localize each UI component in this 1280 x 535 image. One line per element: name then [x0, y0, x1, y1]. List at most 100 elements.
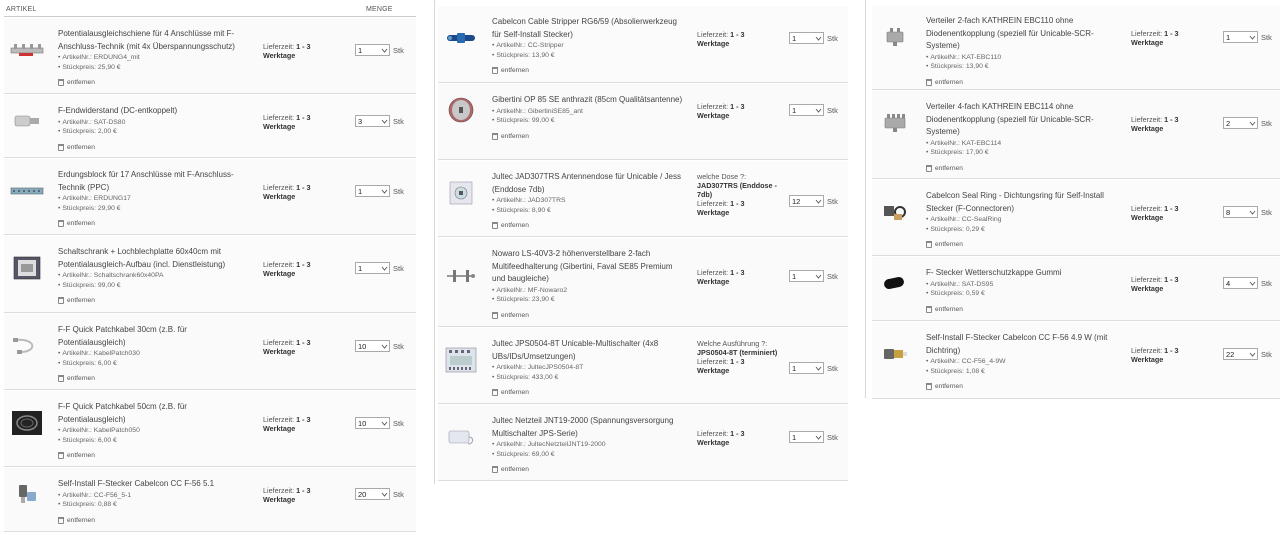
remove-link[interactable]: entfernen — [926, 241, 1120, 248]
remove-link[interactable]: entfernen — [492, 389, 686, 396]
delivery-unit: Werktage — [1131, 355, 1164, 364]
quantity-select[interactable]: 1 — [789, 431, 824, 443]
item-name[interactable]: F-F Quick Patchkabel 30cm (z.B. für Pote… — [58, 324, 252, 349]
item-name[interactable]: Schaltschrank + Lochblechplatte 60x40cm … — [58, 246, 252, 271]
busbar-icon[interactable] — [10, 37, 44, 63]
item-name[interactable]: F-F Quick Patchkabel 50cm (z.B. für Pote… — [58, 401, 252, 426]
remove-link[interactable]: entfernen — [492, 466, 686, 473]
multiswitch-icon[interactable] — [444, 347, 478, 373]
artnr-value: CC-F56_4-9W — [961, 358, 1006, 365]
remove-link[interactable]: entfernen — [58, 79, 252, 86]
item-name[interactable]: F-Endwiderstand (DC-entkoppelt) — [58, 105, 252, 118]
quantity-select[interactable]: 3 — [355, 115, 390, 127]
chevron-down-icon — [380, 489, 389, 499]
quantity-select[interactable]: 1 — [355, 185, 390, 197]
remove-link[interactable]: entfernen — [492, 67, 686, 74]
item-name[interactable]: Verteiler 2-fach KATHREIN EBC110 ohne Di… — [926, 15, 1120, 53]
multifeed-icon[interactable] — [444, 263, 478, 289]
delivery-unit: Werktage — [1131, 284, 1164, 293]
item-name[interactable]: Jultec JAD307TRS Antennendose für Unicab… — [492, 171, 686, 196]
quantity-control: 10 Stk — [355, 340, 404, 352]
unit-label: Stk — [393, 418, 404, 428]
item-name[interactable]: Gibertini OP 85 SE anthrazit (85cm Quali… — [492, 94, 686, 107]
item-name[interactable]: Self-Install F-Stecker Cabelcon CC F-56 … — [926, 332, 1120, 357]
item-info: Self-Install F-Stecker Cabelcon CC F-56 … — [926, 332, 1120, 390]
power-supply-icon[interactable] — [444, 424, 478, 450]
item-name[interactable]: Cabelcon Cable Stripper RG6/59 (Absolier… — [492, 16, 686, 41]
quantity-select[interactable]: 22 — [1223, 348, 1258, 360]
quantity-select[interactable]: 2 — [1223, 117, 1258, 129]
quantity-select[interactable]: 1 — [789, 32, 824, 44]
quantity-select[interactable]: 8 — [1223, 206, 1258, 218]
quantity-select[interactable]: 1 — [789, 362, 824, 374]
remove-link[interactable]: entfernen — [492, 311, 686, 319]
item-name[interactable]: Potentialausgleichschiene für 4 Anschlüs… — [58, 28, 252, 53]
item-name[interactable]: Verteiler 4-fach KATHREIN EBC114 ohne Di… — [926, 101, 1120, 139]
ground-block-icon[interactable] — [10, 178, 44, 204]
cable-coil-icon[interactable] — [10, 410, 44, 436]
artnr-label: ArtikelNr.: — [62, 54, 94, 61]
price-label: Stückpreis: — [62, 501, 98, 508]
item-name[interactable]: Nowaro LS-40V3-2 höhenverstellbare 2-fac… — [492, 248, 686, 286]
seal-ring-icon[interactable] — [878, 199, 912, 225]
quantity-select[interactable]: 1 — [355, 262, 390, 274]
quantity-select[interactable]: 10 — [355, 417, 390, 429]
cabinet-icon[interactable] — [10, 255, 44, 281]
patch-cable-icon[interactable] — [10, 333, 44, 359]
remove-link[interactable]: entfernen — [926, 305, 1120, 313]
splitter-2-icon[interactable] — [878, 24, 912, 50]
trash-icon — [58, 452, 64, 459]
quantity-select[interactable]: 1 — [789, 104, 824, 116]
connector-icon[interactable] — [10, 481, 44, 507]
item-name[interactable]: Jultec JPS0504-8T Unicable-Multischalter… — [492, 338, 686, 363]
artnr-label: ArtikelNr.: — [930, 280, 962, 288]
remove-link[interactable]: entfernen — [926, 164, 1120, 172]
quantity-value: 3 — [358, 116, 363, 126]
remove-link[interactable]: entfernen — [58, 375, 252, 382]
weather-cap-icon[interactable] — [878, 270, 912, 296]
remove-link[interactable]: entfernen — [58, 220, 252, 227]
item-name[interactable]: Erdungsblock für 17 Anschlüsse mit F-Ans… — [58, 169, 252, 194]
connector-gold-icon[interactable] — [878, 341, 912, 367]
quantity-select[interactable]: 20 — [355, 488, 390, 500]
quantity-value: 10 — [358, 418, 367, 428]
remove-link[interactable]: entfernen — [58, 452, 252, 459]
quantity-control: 1 Stk — [789, 32, 838, 44]
quantity-select[interactable]: 1 — [1223, 31, 1258, 43]
remove-link[interactable]: entfernen — [926, 383, 1120, 390]
artnr-label: ArtikelNr.: — [496, 197, 528, 204]
cart-item: Nowaro LS-40V3-2 höhenverstellbare 2-fac… — [438, 238, 848, 327]
delivery-label: Lieferzeit: — [1131, 115, 1163, 124]
quantity-value: 20 — [358, 489, 367, 499]
quantity-select[interactable]: 12 — [789, 195, 824, 207]
item-name[interactable]: Jultec Netzteil JNT19-2000 (Spannungsver… — [492, 415, 686, 440]
stripper-icon[interactable] — [444, 25, 478, 51]
chevron-down-icon — [1248, 278, 1257, 288]
quantity-select[interactable]: 1 — [355, 44, 390, 56]
quantity-select[interactable]: 4 — [1223, 277, 1258, 289]
remove-link[interactable]: entfernen — [492, 132, 686, 140]
item-name[interactable]: Cabelcon Seal Ring - Dichtungsring für S… — [926, 190, 1120, 215]
quantity-select[interactable]: 1 — [789, 270, 824, 282]
artnr-label: ArtikelNr.: — [930, 216, 962, 223]
delivery-label: Lieferzeit: — [263, 486, 295, 495]
wall-socket-icon[interactable] — [444, 180, 478, 206]
artnr-value: KAT-EBC114 — [961, 139, 1002, 147]
remove-link[interactable]: entfernen — [58, 297, 252, 304]
terminator-icon[interactable] — [10, 108, 44, 134]
dish-icon[interactable] — [444, 97, 478, 123]
remove-link[interactable]: entfernen — [58, 516, 252, 524]
splitter-4-icon[interactable] — [878, 110, 912, 136]
cart-item: Self-Install F-Stecker Cabelcon CC F-56 … — [4, 468, 416, 532]
artnr-label: ArtikelNr.: — [62, 350, 94, 357]
quantity-control: 3 Stk — [355, 115, 404, 127]
item-name[interactable]: F- Stecker Wetterschutzkappe Gummi — [926, 267, 1120, 280]
remove-link[interactable]: entfernen — [492, 222, 686, 229]
quantity-select[interactable]: 10 — [355, 340, 390, 352]
item-name[interactable]: Self-Install F-Stecker Cabelcon CC F-56 … — [58, 478, 252, 491]
chevron-down-icon — [380, 45, 389, 55]
remove-link[interactable]: entfernen — [926, 78, 1120, 86]
cart-item: Jultec Netzteil JNT19-2000 (Spannungsver… — [438, 405, 848, 481]
trash-icon — [58, 220, 64, 227]
remove-link[interactable]: entfernen — [58, 143, 252, 151]
